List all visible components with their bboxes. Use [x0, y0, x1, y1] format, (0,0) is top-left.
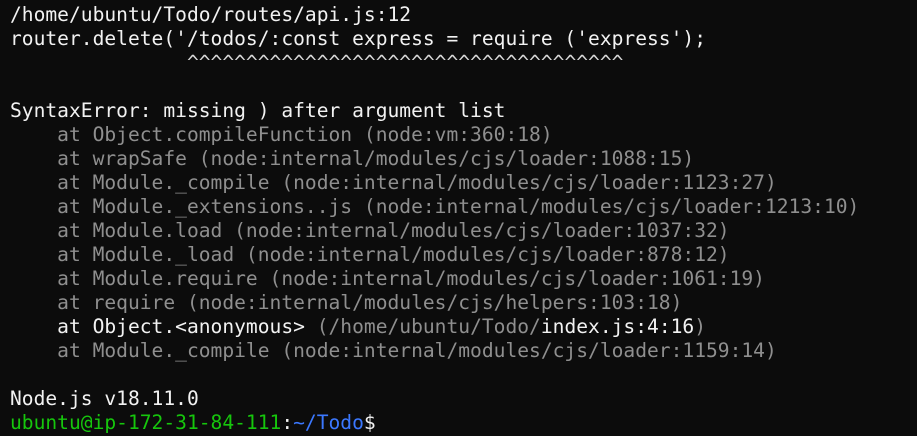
prompt-separator: :: [281, 411, 294, 434]
stack-frame-anonymous: at Object.<anonymous> (/home/ubuntu/Todo…: [10, 315, 917, 339]
prompt-user-host: ubuntu@ip-172-31-84-111: [10, 411, 282, 434]
stack-frame: at Module._load (node:internal/modules/c…: [10, 243, 730, 266]
stack-frame: at require (node:internal/modules/cjs/he…: [10, 291, 683, 314]
stack-frame: at Module.require (node:internal/modules…: [10, 267, 765, 290]
caret-indent: [10, 51, 187, 74]
stack-frame: at Module._compile (node:internal/module…: [10, 339, 777, 362]
stack-frame: at Module._extensions..js (node:internal…: [10, 195, 860, 218]
stack-frame: at Object.compileFunction (node:vm:360:1…: [10, 123, 553, 146]
anon-frame-path: (/home/ubuntu/Todo/: [316, 315, 541, 338]
anon-frame-close: ): [694, 315, 707, 338]
error-file-location: /home/ubuntu/Todo/routes/api.js:12: [10, 3, 412, 26]
error-message: SyntaxError: missing ) after argument li…: [10, 99, 506, 122]
stack-frame: at Module._compile (node:internal/module…: [10, 171, 777, 194]
stack-frame: at Module.load (node:internal/modules/cj…: [10, 219, 730, 242]
prompt-symbol: $: [363, 411, 376, 434]
anon-frame-file: index.js:4:16: [540, 315, 695, 338]
caret-marks: ^^^^^^^^^^^^^^^^^^^^^^^^^^^^^^^^^^^^^: [186, 51, 624, 74]
stack-frame: at wrapSafe (node:internal/modules/cjs/l…: [10, 147, 695, 170]
anon-frame-prefix: at Object.<anonymous>: [10, 315, 317, 338]
error-caret-line: ^^^^^^^^^^^^^^^^^^^^^^^^^^^^^^^^^^^^^: [10, 51, 917, 75]
text-cursor: [376, 413, 387, 433]
error-source-line: router.delete('/todos/:const express = r…: [10, 27, 706, 50]
shell-prompt[interactable]: ubuntu@ip-172-31-84-111:~/Todo$: [10, 411, 917, 435]
terminal-window[interactable]: /home/ubuntu/Todo/routes/api.js:12 route…: [0, 0, 917, 436]
node-version: Node.js v18.11.0: [10, 387, 199, 410]
prompt-path: ~/Todo: [293, 411, 364, 434]
